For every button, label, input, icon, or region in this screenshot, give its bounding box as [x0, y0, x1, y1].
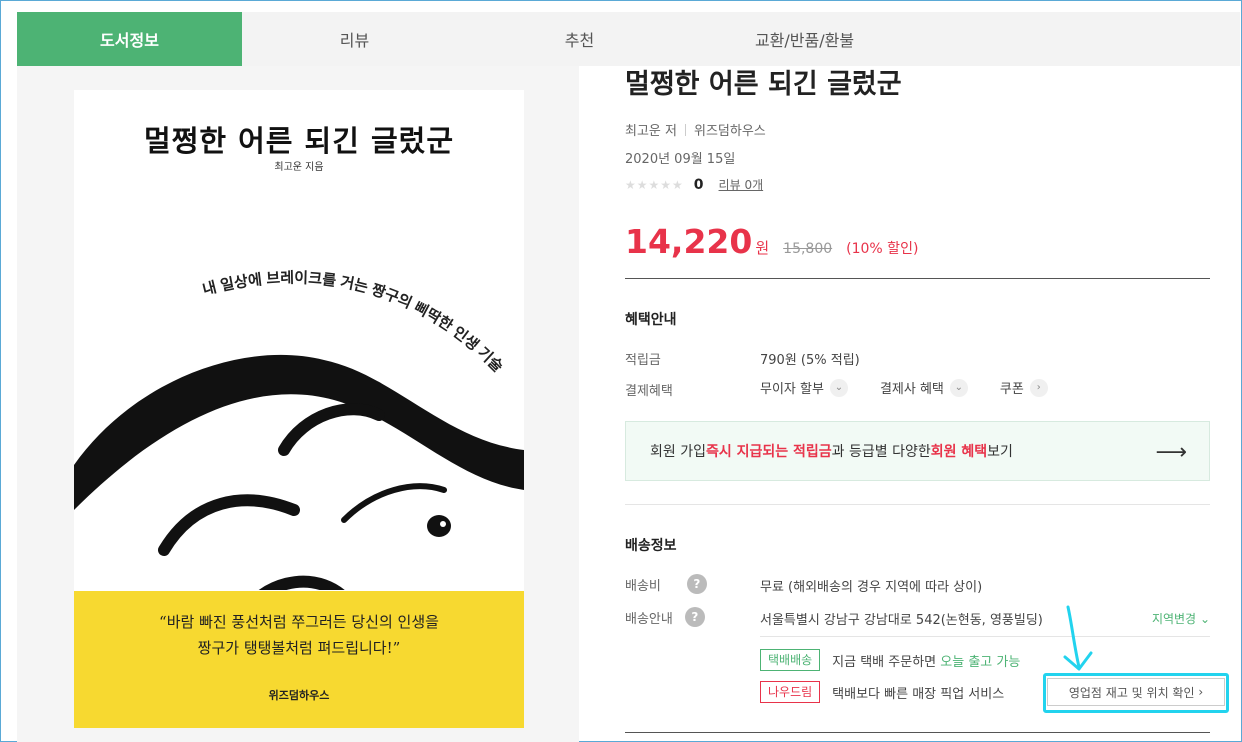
- shipping-title: 배송정보: [625, 538, 677, 554]
- cover-quote-line2: 짱구가 탱탱볼처럼 펴드립니다!”: [197, 639, 401, 657]
- bottom-divider: [625, 732, 1210, 733]
- book-title: 멀쩡한 어른 되긴 글렀군: [625, 69, 902, 100]
- shipping-guide-label-row: 배송안내 ?: [625, 607, 705, 627]
- points-label: 적립금: [625, 353, 661, 368]
- arrow-right-icon: ⟶: [1155, 440, 1187, 465]
- shipping-guide-label: 배송안내: [625, 611, 673, 627]
- publish-date: 2020년 09월 15일: [625, 152, 736, 167]
- courier-badge: 택배배송: [760, 649, 821, 671]
- region-change-link[interactable]: 지역변경 ⌄: [1152, 610, 1210, 627]
- shipping-fee-label: 배송비: [625, 578, 661, 594]
- author-link[interactable]: 최고운 저: [625, 124, 677, 139]
- coupon-label: 쿠폰: [999, 382, 1024, 397]
- help-icon[interactable]: ?: [684, 607, 705, 627]
- tab-review[interactable]: 리뷰: [242, 12, 467, 66]
- detail-tabs: 도서정보 리뷰 추천 교환/반품/환불: [17, 12, 1240, 66]
- payment-benefit-options: 무이자 할부 ⌄ 결제사 혜택 ⌄ 쿠폰 ›: [760, 378, 1048, 397]
- shipping-fee-value: 무료 (해외배송의 경우 지역에 따라 상이): [760, 580, 983, 595]
- book-cover-image[interactable]: 멀쩡한 어른 되긴 글렀군 최고운 지음 내 일상에 브레이크를 거는 짱구의 …: [74, 90, 524, 728]
- member-text-5: 보기: [987, 444, 1013, 460]
- cover-title: 멀쩡한 어른 되긴 글렀군: [143, 124, 455, 158]
- member-text-4: 회원 혜택: [930, 444, 988, 460]
- cover-quote: “바람 빠진 풍선처럼 쭈그러든 당신의 인생을 짱구가 탱탱볼처럼 펴드립니다…: [74, 609, 524, 661]
- meta-divider: [684, 124, 686, 136]
- chevron-right-icon: ›: [1198, 685, 1204, 699]
- courier-text: 지금 택배 주문하면: [832, 654, 937, 670]
- benefits-title: 혜택안내: [625, 312, 677, 328]
- chevron-down-icon: ⌄: [949, 378, 968, 397]
- cover-author: 최고운 지음: [274, 162, 324, 173]
- rating-row: ★★★★★ 0 리뷰 0개: [625, 176, 763, 193]
- payment-benefit-label: 결제혜택: [625, 384, 673, 399]
- cover-yellow-band: “바람 빠진 풍선처럼 쭈그러든 당신의 인생을 짱구가 탱탱볼처럼 펴드립니다…: [74, 591, 524, 728]
- member-text-1: 회원 가입: [650, 444, 706, 460]
- installment-label: 무이자 할부: [760, 382, 824, 397]
- coupon-link[interactable]: 쿠폰 ›: [1000, 378, 1048, 397]
- member-text-2: 즉시 지급되는 적립금: [705, 444, 832, 460]
- same-day-text: 오늘 출고 가능: [940, 654, 1021, 670]
- pickup-text: 택배보다 빠른 매장 픽업 서비스: [832, 686, 1005, 702]
- card-benefit-label: 결제사 혜택: [879, 382, 944, 397]
- book-meta: 최고운 저 위즈덤하우스: [625, 120, 766, 139]
- cover-quote-line1: “바람 빠진 풍선처럼 쭈그러든 당신의 인생을: [159, 613, 439, 631]
- points-value: 790원 (5% 적립): [760, 353, 860, 368]
- tab-exchange-return[interactable]: 교환/반품/환불: [692, 12, 917, 66]
- discount-rate: (10% 할인): [846, 241, 919, 257]
- chevron-down-icon: ⌄: [829, 378, 848, 397]
- cover-illustration: 내 일상에 브레이크를 거는 짱구의 삐딱한 인생 기술: [74, 270, 524, 590]
- tab-recommend[interactable]: 추천: [467, 12, 692, 66]
- chevron-down-icon: ⌄: [1199, 612, 1210, 626]
- sale-price: 14,220: [625, 222, 753, 261]
- installment-toggle[interactable]: 무이자 할부 ⌄: [760, 378, 848, 397]
- address-divider: [760, 636, 1210, 637]
- store-stock-label: 영업점 재고 및 위치 확인: [1068, 685, 1195, 700]
- cover-area: 멀쩡한 어른 되긴 글렀군 최고운 지음 내 일상에 브레이크를 거는 짱구의 …: [17, 66, 579, 742]
- chevron-right-icon: ›: [1029, 378, 1048, 397]
- member-text-3: 과 등급별 다양한: [831, 444, 931, 460]
- cover-publisher: 위즈덤하우스: [268, 689, 330, 702]
- price-divider: [625, 278, 1210, 279]
- price-unit: 원: [755, 239, 770, 257]
- section-divider: [625, 504, 1210, 505]
- nowdream-row: 나우드림 택배보다 빠른 매장 픽업 서비스: [760, 681, 1004, 703]
- review-count-link[interactable]: 리뷰 0개: [719, 176, 764, 193]
- tab-book-info[interactable]: 도서정보: [17, 12, 242, 66]
- delivery-address: 서울특별시 강남구 강남대로 542(논현동, 영풍빌딩): [760, 613, 1043, 628]
- courier-row: 택배배송 지금 택배 주문하면 오늘 출고 가능: [760, 649, 1020, 671]
- original-price: 15,800: [783, 241, 833, 257]
- region-change-label: 지역변경: [1151, 612, 1197, 626]
- shipping-fee-label-row: 배송비 ?: [625, 574, 707, 594]
- nowdream-badge: 나우드림: [760, 681, 821, 703]
- card-benefit-toggle[interactable]: 결제사 혜택 ⌄: [880, 378, 968, 397]
- annotation-arrow-icon: [1063, 605, 1093, 671]
- star-rating-icon: ★★★★★: [625, 177, 684, 192]
- rating-score: 0: [693, 176, 704, 193]
- publisher-link[interactable]: 위즈덤하우스: [694, 124, 766, 139]
- price-row: 14,220 원 15,800 (10% 할인): [625, 222, 918, 261]
- help-icon[interactable]: ?: [686, 574, 707, 594]
- store-stock-button[interactable]: 영업점 재고 및 위치 확인 ›: [1047, 678, 1225, 706]
- member-benefit-banner[interactable]: 회원 가입 즉시 지급되는 적립금 과 등급별 다양한 회원 혜택 보기 ⟶: [625, 421, 1210, 481]
